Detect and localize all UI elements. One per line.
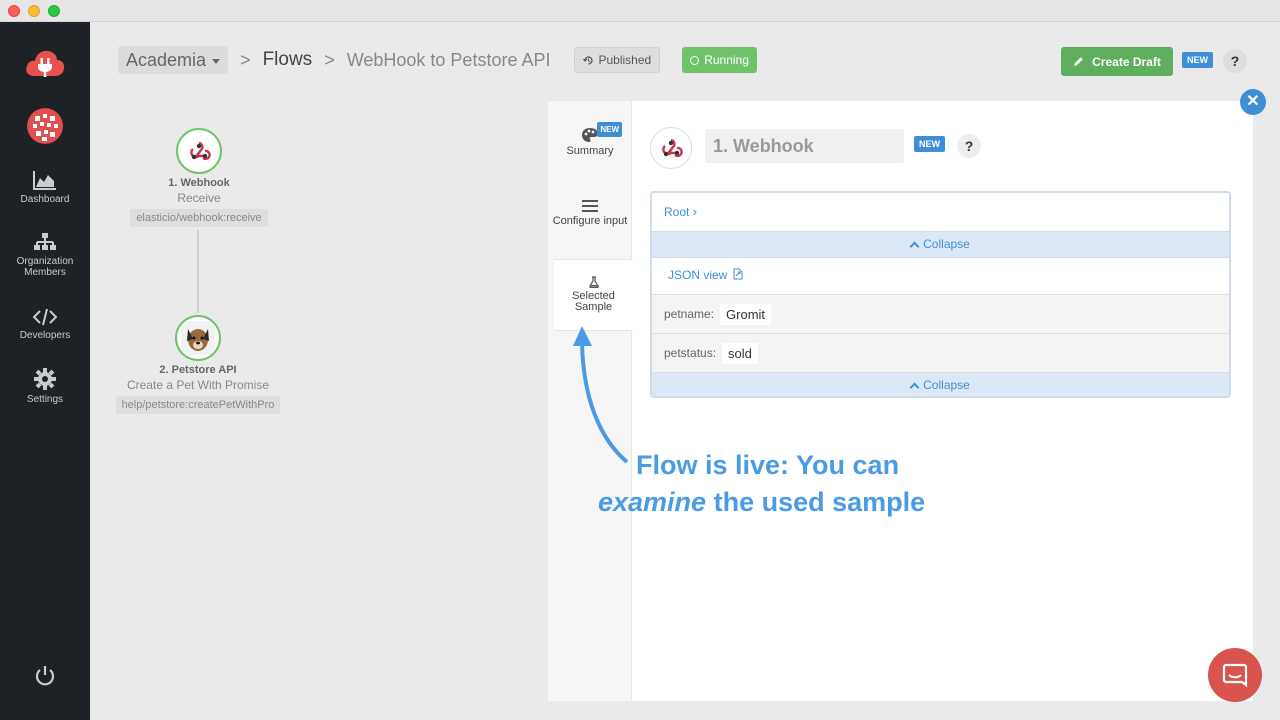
new-badge: NEW <box>914 136 945 152</box>
sample-field-row: petname: Gromit <box>652 295 1229 334</box>
collapse-button[interactable]: Collapse <box>652 373 1229 396</box>
collapse-label: Collapse <box>923 378 970 392</box>
sample-viewer: Root › Collapse JSON view petname: Gromi… <box>650 191 1231 398</box>
published-label: Published <box>598 53 652 67</box>
breadcrumb: Academia > Flows > WebHook to Petstore A… <box>118 46 757 74</box>
caret-down-icon <box>212 58 221 64</box>
flow-connector <box>197 230 199 313</box>
published-badge[interactable]: Published <box>574 47 661 73</box>
chevron-right-icon: › <box>692 204 698 219</box>
tab-configure-input[interactable]: Configure input <box>548 199 632 259</box>
flow-node-petstore[interactable]: 2. Petstore API Create a Pet With Promis… <box>113 315 283 414</box>
create-draft-button[interactable]: Create Draft <box>1061 47 1173 76</box>
window-zoom-button[interactable] <box>48 5 60 17</box>
pencil-icon <box>1074 57 1083 66</box>
root-label: Root <box>664 205 690 219</box>
tab-configure-input-label: Configure input <box>552 215 628 227</box>
flow-node-webhook[interactable]: 1. Webhook Receive elasticio/webhook:rec… <box>124 128 274 227</box>
annotation-line-1: Flow is live: You can <box>636 450 900 480</box>
running-label: Running <box>704 53 749 67</box>
sample-field-row: petstatus: sold <box>652 334 1229 373</box>
history-icon <box>583 55 594 65</box>
workspace-label: Academia <box>126 50 207 70</box>
sidebar-item-label: Dashboard <box>20 194 70 205</box>
field-key: petname: <box>664 307 715 321</box>
sidebar-item-label: Settings <box>26 394 64 405</box>
gear-icon <box>34 368 56 390</box>
code-icon <box>33 308 57 326</box>
annotation-line-2-rest: the used sample <box>706 487 926 517</box>
node-subtitle: Create a Pet With Promise <box>126 378 270 392</box>
flow-name[interactable]: WebHook to Petstore API <box>347 50 551 71</box>
chevron-right-icon: > <box>240 49 251 70</box>
node-title: 1. Webhook <box>168 177 230 189</box>
new-badge: NEW <box>1182 52 1213 68</box>
main-area: Academia > Flows > WebHook to Petstore A… <box>90 22 1280 720</box>
tab-summary[interactable]: NEW Summary <box>548 122 632 179</box>
create-draft-label: Create Draft <box>1092 54 1161 69</box>
help-button[interactable]: ? <box>1223 49 1247 73</box>
field-value: sold <box>722 342 758 364</box>
chevron-up-icon <box>909 241 920 252</box>
logout-power-icon[interactable] <box>34 665 56 687</box>
annotation-text: Flow is live: You can examine the used s… <box>598 447 925 521</box>
app-logo-icon[interactable] <box>24 46 66 80</box>
chevron-up-icon <box>909 382 920 393</box>
tab-selected-sample-label: Selected Sample <box>572 290 615 313</box>
running-status-badge[interactable]: Running <box>682 47 757 73</box>
node-subtitle: Receive <box>177 191 221 205</box>
field-value: Gromit <box>720 303 772 325</box>
json-view-link[interactable]: JSON view <box>652 258 1229 295</box>
node-title: 2. Petstore API <box>159 364 237 376</box>
sidebar-item-settings[interactable]: Settings <box>0 368 90 405</box>
root-breadcrumb[interactable]: Root › <box>652 193 1229 232</box>
workspace-dropdown[interactable]: Academia <box>118 46 229 74</box>
external-doc-icon <box>733 268 743 280</box>
list-icon <box>582 200 598 212</box>
help-button[interactable]: ? <box>957 134 981 158</box>
tab-summary-label: Summary <box>566 145 614 157</box>
status-ring-icon <box>690 55 700 65</box>
step-name-field[interactable]: 1. Webhook <box>705 129 904 163</box>
step-detail-panel: NEW Summary Configure input Selected Sam… <box>548 101 1253 701</box>
sidebar-item-label: Developers <box>19 330 71 341</box>
breadcrumb-flows-link[interactable]: Flows <box>263 49 313 71</box>
node-path: elasticio/webhook:receive <box>130 209 268 227</box>
flask-icon <box>588 276 599 288</box>
collapse-button[interactable]: Collapse <box>652 232 1229 258</box>
webhook-icon <box>650 127 692 169</box>
annotation-emphasis: examine <box>598 487 707 517</box>
chevron-right-icon: > <box>324 49 335 70</box>
window-titlebar <box>0 0 1280 22</box>
sidebar-item-dashboard[interactable]: Dashboard <box>0 170 90 205</box>
chat-icon <box>1222 663 1248 688</box>
chat-support-button[interactable] <box>1208 648 1262 702</box>
window-minimize-button[interactable] <box>28 5 40 17</box>
close-panel-button[interactable]: ✕ <box>1240 89 1266 115</box>
palette-icon <box>582 128 598 142</box>
sidebar: Dashboard Organization Members Developer… <box>0 22 90 720</box>
sidebar-item-label: Organization Members <box>16 256 74 278</box>
json-view-label: JSON view <box>668 268 728 282</box>
org-members-icon <box>34 233 56 250</box>
dashboard-icon <box>33 171 56 190</box>
petstore-dog-icon <box>175 315 221 361</box>
sidebar-item-organization-members[interactable]: Organization Members <box>0 232 90 278</box>
user-avatar[interactable] <box>27 108 63 144</box>
collapse-label: Collapse <box>923 237 970 251</box>
window-close-button[interactable] <box>8 5 20 17</box>
field-key: petstatus: <box>664 346 717 360</box>
sidebar-item-developers[interactable]: Developers <box>0 308 90 341</box>
webhook-icon <box>176 128 222 174</box>
new-badge: NEW <box>597 122 622 137</box>
annotation-line-2: examine the used sample <box>598 484 925 521</box>
node-path: help/petstore:createPetWithPro <box>115 396 281 414</box>
